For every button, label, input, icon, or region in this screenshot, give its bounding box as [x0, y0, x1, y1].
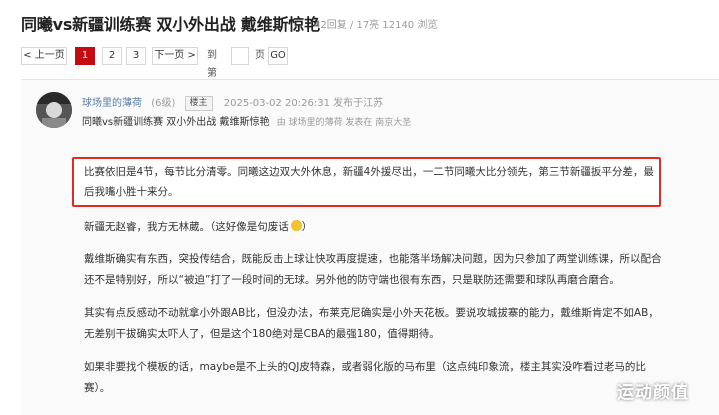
page-number-input[interactable] — [231, 47, 249, 65]
thread-title: 同曦vs新疆训练赛 双小外出战 戴维斯惊艳 — [21, 15, 320, 34]
prev-page-button[interactable]: < 上一页 — [21, 47, 67, 65]
highlight-paragraph: 比赛依旧是4节，每节比分清零。同曦这边双大外休息，新疆4外援尽出，一二节同曦大比… — [84, 166, 654, 198]
thread-header: 同曦vs新疆训练赛 双小外出战 戴维斯惊艳 42回复 / 17亮 12140 浏… — [0, 0, 719, 40]
post-subtitle: 同曦vs新疆训练赛 双小外出战 戴维斯惊艳 — [82, 117, 270, 128]
post-paragraph: 如果非要找个模板的话，maybe是不上头的QJ皮特森，或者弱化版的马布里（这点纯… — [84, 361, 646, 394]
op-badge: 楼主 — [184, 96, 213, 111]
page-unit-label: 页 — [255, 50, 265, 61]
post-paragraph: 新疆无赵睿，我方无林葳。（这好像是句废话 ） — [84, 217, 664, 238]
post-paragraph: 其实有点反感动不动就拿小外跟AB比，但没办法，布莱克尼确实是小外天花板。要说攻城… — [84, 307, 659, 340]
page-button-3[interactable]: 3 — [126, 47, 146, 65]
author-line: 球场里的薄荷 (6级) 楼主 2025-03-02 20:26:31 发布于江苏 — [82, 94, 383, 111]
author-name-link[interactable]: 球场里的薄荷 — [82, 98, 142, 109]
watermark-logo: 运动颜值 — [617, 383, 689, 403]
thread-stats: 42回复 / 17亮 12140 浏览 — [314, 20, 438, 31]
post-paragraph-text: 新疆无赵睿，我方无林葳。（这好像是句废话 — [84, 221, 289, 233]
goto-label: 到第 — [207, 50, 217, 79]
post-paragraph: 戴维斯确实有东西，突投传结合，既能反击上球让快攻再度提速，也能落半场解决问题，因… — [84, 253, 662, 286]
grin-emoji-icon — [290, 220, 302, 231]
page-button-2[interactable]: 2 — [102, 47, 122, 65]
avatar[interactable] — [36, 92, 72, 128]
left-gutter — [0, 80, 21, 415]
post-datetime: 2025-03-02 20:26:31 发布于江苏 — [223, 98, 384, 109]
next-page-button[interactable]: 下一页 > — [152, 47, 198, 65]
page-button-1[interactable]: 1 — [75, 47, 95, 65]
go-button[interactable]: GO — [268, 47, 288, 65]
paragraph-suffix: ） — [301, 221, 313, 233]
author-level: (6级) — [151, 98, 176, 109]
post-subtitle-meta: 由 球场里的薄荷 发表在 南京大圣 — [276, 118, 412, 128]
post-subtitle-line: 同曦vs新疆训练赛 双小外出战 戴维斯惊艳 由 球场里的薄荷 发表在 南京大圣 — [82, 113, 411, 128]
